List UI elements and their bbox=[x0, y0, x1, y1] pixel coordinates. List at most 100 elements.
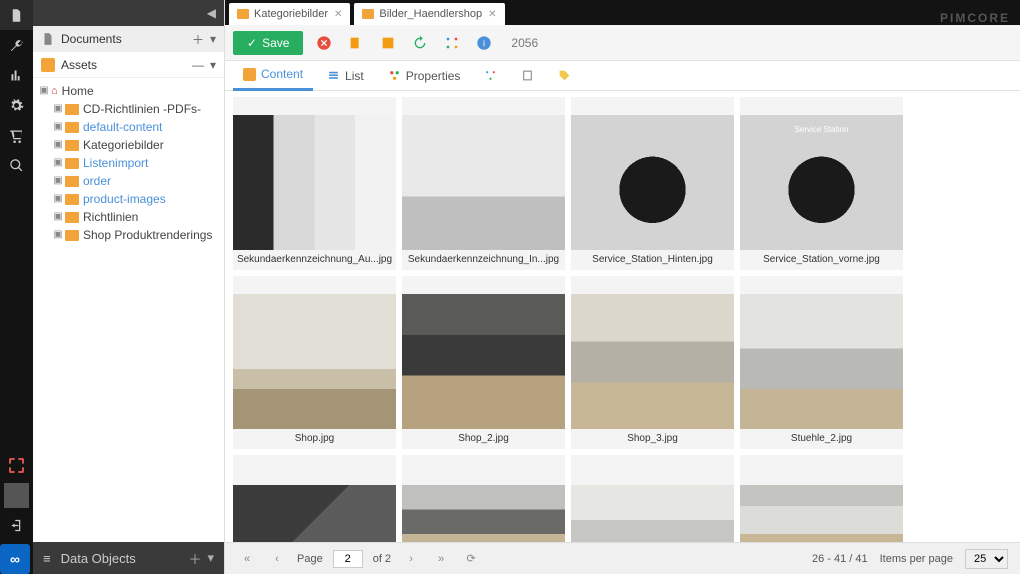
thumbnail bbox=[571, 485, 734, 542]
add-data-object-icon[interactable]: ＋ bbox=[188, 549, 201, 568]
assets-collapse-icon[interactable]: ▾ bbox=[210, 58, 216, 72]
tab-bilder-haendlershop[interactable]: Bilder_Haendlershop✕ bbox=[354, 3, 504, 25]
assets-minimize-icon[interactable]: — bbox=[192, 58, 204, 72]
home-icon: ⌂ bbox=[51, 82, 58, 100]
reload-button[interactable] bbox=[409, 32, 431, 54]
asset-card[interactable] bbox=[233, 455, 396, 542]
asset-card[interactable] bbox=[402, 455, 565, 542]
cart-icon[interactable] bbox=[0, 120, 33, 150]
asset-card[interactable]: Shop_2.jpg bbox=[402, 276, 565, 449]
toolbar: ✓Save i 2056 bbox=[225, 25, 1020, 61]
delete-button[interactable] bbox=[313, 32, 335, 54]
thumbnail bbox=[740, 294, 903, 430]
left-panel: ◀ Documents ＋ ▾ Assets — ▾ ▣⌂Home ▣CD-Ri… bbox=[33, 0, 225, 574]
user-avatar[interactable] bbox=[0, 480, 33, 510]
subtab-tags[interactable] bbox=[548, 61, 581, 91]
thumbnail bbox=[233, 115, 396, 251]
close-icon[interactable]: ✕ bbox=[488, 9, 496, 20]
asset-card[interactable] bbox=[571, 455, 734, 542]
add-document-icon[interactable]: ＋ bbox=[192, 31, 204, 48]
folder-icon bbox=[65, 104, 79, 115]
tree-item[interactable]: ▣order bbox=[53, 172, 224, 190]
folder-icon bbox=[65, 122, 79, 133]
subtab-list[interactable]: List bbox=[317, 61, 374, 91]
tree-item[interactable]: ▣product-images bbox=[53, 190, 224, 208]
last-page-icon[interactable]: » bbox=[431, 553, 451, 565]
list-icon bbox=[327, 69, 340, 82]
metadata-button[interactable] bbox=[441, 32, 463, 54]
folder-icon bbox=[237, 9, 249, 19]
folder-icon bbox=[65, 158, 79, 169]
tree-item[interactable]: ▣CD-Richtlinien -PDFs- bbox=[53, 100, 224, 118]
chart-icon[interactable] bbox=[0, 60, 33, 90]
subtab-notes[interactable] bbox=[511, 61, 544, 91]
asset-card[interactable]: Shop_3.jpg bbox=[571, 276, 734, 449]
svg-text:i: i bbox=[483, 38, 485, 48]
asset-card[interactable]: Sekundaerkennzeichnung_In...jpg bbox=[402, 97, 565, 270]
properties-icon bbox=[388, 69, 401, 82]
main-area: Kategoriebilder✕ Bilder_Haendlershop✕ PI… bbox=[225, 0, 1020, 574]
tree-item[interactable]: ▣default-content bbox=[53, 118, 224, 136]
logout-icon[interactable] bbox=[0, 510, 33, 540]
subtab-dependencies[interactable] bbox=[474, 61, 507, 91]
prev-page-icon[interactable]: ‹ bbox=[267, 553, 287, 565]
items-per-page-label: Items per page bbox=[880, 553, 953, 565]
next-page-icon[interactable]: › bbox=[401, 553, 421, 565]
target-icon[interactable] bbox=[0, 450, 33, 480]
tab-kategoriebilder[interactable]: Kategoriebilder✕ bbox=[229, 3, 350, 25]
download-button[interactable] bbox=[377, 32, 399, 54]
close-icon[interactable]: ✕ bbox=[334, 9, 342, 20]
thumbnail bbox=[740, 115, 903, 251]
data-objects-panel-header[interactable]: ≡ Data Objects ＋ ▾ bbox=[33, 542, 224, 574]
page-of: of 2 bbox=[373, 553, 391, 565]
burger-icon: ≡ bbox=[43, 551, 51, 566]
tree-item[interactable]: ▣Shop Produktrenderings bbox=[53, 226, 224, 244]
rename-button[interactable] bbox=[345, 32, 367, 54]
tag-icon bbox=[558, 69, 571, 82]
documents-collapse-icon[interactable]: ▾ bbox=[210, 32, 216, 46]
tree-root[interactable]: ▣⌂Home bbox=[39, 82, 224, 100]
data-objects-collapse-icon[interactable]: ▾ bbox=[207, 550, 214, 566]
asset-id: 2056 bbox=[511, 36, 538, 50]
asset-card[interactable]: Stuehle_2.jpg bbox=[740, 276, 903, 449]
asset-card[interactable]: Sekundaerkennzeichnung_Au...jpg bbox=[233, 97, 396, 270]
tab-bar: Kategoriebilder✕ Bilder_Haendlershop✕ PI… bbox=[225, 0, 1020, 25]
documents-panel-header[interactable]: Documents ＋ ▾ bbox=[33, 26, 224, 52]
items-per-page-select[interactable]: 25 bbox=[965, 549, 1008, 569]
brand-logo: PIMCORE bbox=[940, 11, 1010, 25]
thumbnail bbox=[402, 485, 565, 542]
asset-card[interactable]: Shop.jpg bbox=[233, 276, 396, 449]
tree-item[interactable]: ▣Listenimport bbox=[53, 154, 224, 172]
subtab-properties[interactable]: Properties bbox=[378, 61, 471, 91]
info-button[interactable]: i bbox=[473, 32, 495, 54]
thumbnail bbox=[233, 485, 396, 542]
asset-card[interactable]: Service_Station_vorne.jpg bbox=[740, 97, 903, 270]
file-icon[interactable] bbox=[0, 0, 33, 30]
refresh-icon[interactable]: ⟳ bbox=[461, 552, 481, 565]
save-button[interactable]: ✓Save bbox=[233, 31, 303, 55]
page-input[interactable] bbox=[333, 550, 363, 568]
gear-icon[interactable] bbox=[0, 90, 33, 120]
first-page-icon[interactable]: « bbox=[237, 553, 257, 565]
subtab-content[interactable]: Content bbox=[233, 61, 313, 91]
folder-icon bbox=[362, 9, 374, 19]
search-icon[interactable] bbox=[0, 150, 33, 180]
assets-panel-header[interactable]: Assets — ▾ bbox=[33, 52, 224, 78]
thumbnail bbox=[571, 294, 734, 430]
wrench-icon[interactable] bbox=[0, 30, 33, 60]
asset-card[interactable] bbox=[740, 455, 903, 542]
infinity-icon[interactable]: ∞ bbox=[0, 544, 30, 574]
folder-icon bbox=[41, 58, 55, 72]
folder-icon bbox=[65, 140, 79, 151]
tree-item[interactable]: ▣Kategoriebilder bbox=[53, 136, 224, 154]
collapse-handle[interactable]: ◀ bbox=[33, 0, 224, 26]
asset-card[interactable]: Service_Station_Hinten.jpg bbox=[571, 97, 734, 270]
assets-label: Assets bbox=[61, 58, 97, 72]
thumbnail bbox=[233, 294, 396, 430]
thumbnail bbox=[402, 294, 565, 430]
documents-label: Documents bbox=[61, 32, 122, 46]
tree-item[interactable]: ▣Richtlinien bbox=[53, 208, 224, 226]
check-icon: ✓ bbox=[247, 36, 257, 50]
asset-tree: ▣⌂Home ▣CD-Richtlinien -PDFs- ▣default-c… bbox=[33, 78, 224, 248]
folder-icon bbox=[243, 68, 256, 81]
